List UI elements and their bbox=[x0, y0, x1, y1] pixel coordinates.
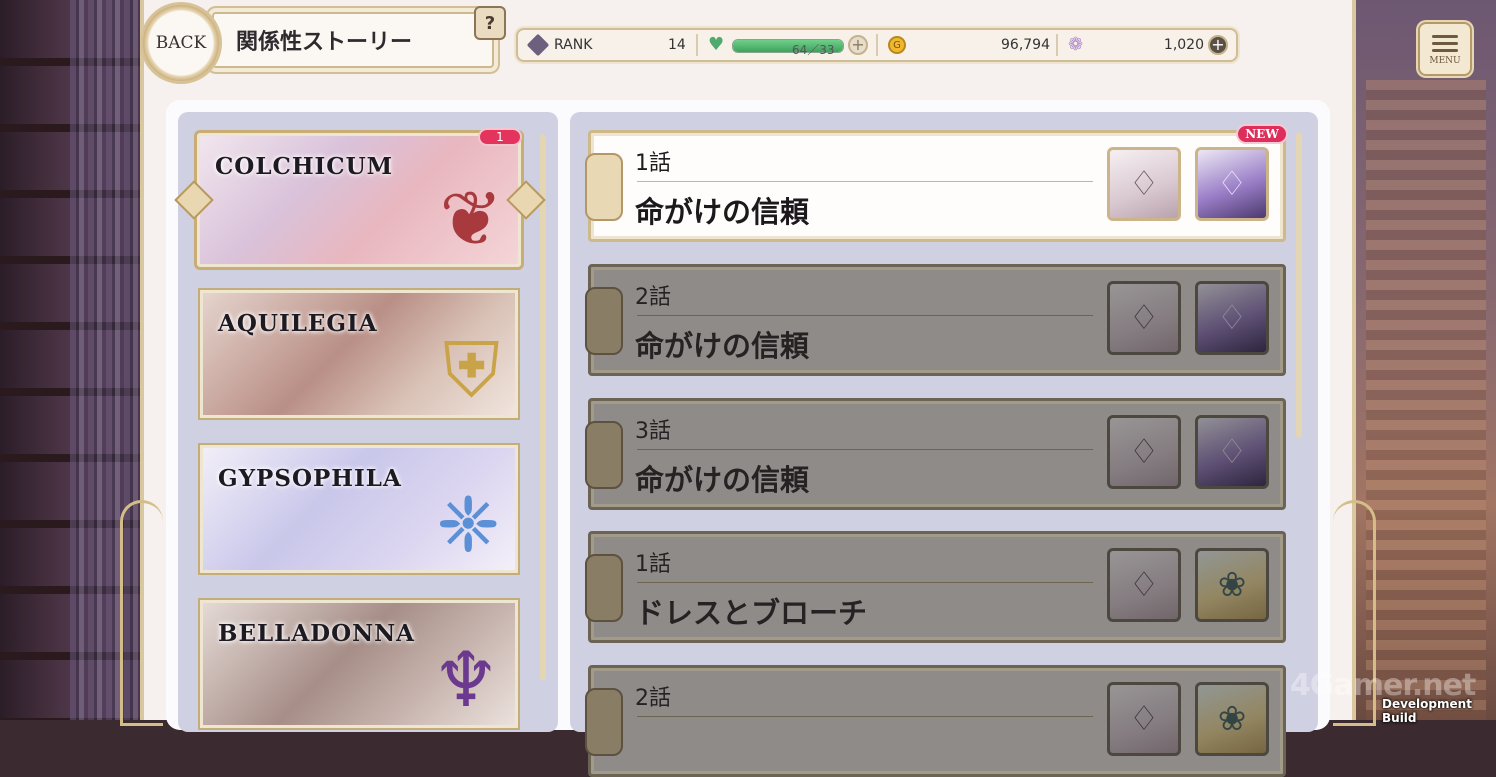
rank-group: RANK bbox=[526, 30, 593, 60]
portrait-white-haired-avatar: ♢ bbox=[1107, 415, 1181, 489]
episode-scrollbar[interactable] bbox=[1296, 132, 1302, 438]
coin-value: 96,794 bbox=[1001, 37, 1050, 53]
gem-group: ❁ bbox=[1068, 30, 1083, 60]
episode-divider bbox=[637, 315, 1093, 316]
episode-tab-ornament bbox=[585, 688, 623, 756]
episode-number: 1話 bbox=[635, 552, 671, 577]
menu-icon-bar bbox=[1432, 48, 1458, 52]
portrait-purple-haired-avatar: ♢ bbox=[1195, 147, 1269, 221]
divider bbox=[1056, 34, 1058, 56]
rank-icon bbox=[526, 33, 550, 57]
episode-divider bbox=[637, 449, 1093, 450]
portrait-white-haired-avatar: ♢ bbox=[1107, 147, 1181, 221]
development-build-label: Development Build bbox=[1382, 697, 1472, 725]
episode-tab-ornament bbox=[585, 421, 623, 489]
status-bar: RANK 14 ♥ 64／33 + G 96,794 ❁ 1,020 + bbox=[516, 28, 1238, 62]
gem-value: 1,020 bbox=[1163, 37, 1204, 53]
gypsophila-emblem-icon: ❈ bbox=[436, 480, 500, 569]
category-notification-badge: 1 bbox=[478, 128, 522, 146]
menu-icon-bar bbox=[1432, 34, 1458, 38]
stamina-plus-button[interactable]: + bbox=[848, 35, 868, 55]
stamina-group: ♥ bbox=[708, 30, 724, 60]
menu-button[interactable]: MENU bbox=[1418, 22, 1472, 76]
rank-label: RANK bbox=[554, 37, 593, 53]
coin-group: G bbox=[888, 30, 906, 60]
portrait-purple-haired-avatar: ♢ bbox=[1195, 415, 1269, 489]
episode-number: 3話 bbox=[635, 419, 671, 444]
coin-icon: G bbox=[888, 36, 906, 54]
category-name: AQUILEGIA bbox=[218, 310, 378, 337]
heart-icon: ♥ bbox=[708, 34, 725, 55]
new-badge: NEW bbox=[1236, 124, 1288, 144]
episode-divider bbox=[637, 181, 1093, 182]
episode-tab-ornament bbox=[585, 554, 623, 622]
frame-ornament-left bbox=[120, 500, 163, 726]
category-colchicum[interactable]: COLCHICUM ❦ bbox=[194, 130, 524, 270]
aquilegia-emblem-icon: ⛨ bbox=[443, 325, 500, 414]
portrait-blonde-avatar: ❀ bbox=[1195, 548, 1269, 622]
episode-divider bbox=[637, 716, 1093, 717]
episode-card[interactable]: 3話 命がけの信頼 ♢ ♢ bbox=[585, 398, 1286, 510]
episode-number: 1話 bbox=[635, 151, 671, 176]
category-name: BELLADONNA bbox=[218, 620, 416, 647]
page-title-text: 関係性ストーリー bbox=[236, 30, 413, 55]
divider bbox=[696, 34, 698, 56]
gem-plus-group: + bbox=[1208, 30, 1228, 60]
portrait-white-haired-avatar: ♢ bbox=[1107, 682, 1181, 756]
episode-title: ドレスとブローチ bbox=[635, 596, 868, 630]
help-button[interactable]: ? bbox=[474, 6, 506, 40]
rank-value: 14 bbox=[668, 37, 686, 53]
category-name: GYPSOPHILA bbox=[218, 465, 402, 492]
stamina-plus-group: + bbox=[848, 30, 868, 60]
category-aquilegia[interactable]: AQUILEGIA ⛨ bbox=[198, 288, 520, 420]
back-button[interactable]: BACK bbox=[140, 2, 222, 84]
episode-tab-ornament bbox=[585, 153, 623, 221]
category-belladonna[interactable]: BELLADONNA ♆ bbox=[198, 598, 520, 730]
menu-icon-bar bbox=[1432, 41, 1458, 45]
portrait-purple-haired-avatar: ♢ bbox=[1195, 281, 1269, 355]
episode-number: 2話 bbox=[635, 285, 671, 310]
episode-title: 命がけの信頼 bbox=[635, 463, 810, 497]
menu-label: MENU bbox=[1429, 55, 1461, 66]
portrait-blonde-avatar: ❀ bbox=[1195, 682, 1269, 756]
stamina-text: 64／33 bbox=[792, 42, 835, 57]
gem-plus-button[interactable]: + bbox=[1208, 35, 1228, 55]
back-button-label: BACK bbox=[155, 33, 207, 53]
episode-title: 命がけの信頼 bbox=[635, 329, 810, 363]
category-scrollbar[interactable] bbox=[540, 134, 546, 680]
episode-card[interactable]: 1話 ドレスとブローチ ♢ ❀ bbox=[585, 531, 1286, 643]
category-name: COLCHICUM bbox=[215, 153, 394, 180]
episode-card[interactable]: 2話 命がけの信頼 ♢ ♢ bbox=[585, 264, 1286, 376]
gem-icon: ❁ bbox=[1068, 34, 1084, 55]
portrait-white-haired-avatar: ♢ bbox=[1107, 281, 1181, 355]
episode-number: 2話 bbox=[635, 686, 671, 711]
episode-title: 命がけの信頼 bbox=[635, 195, 810, 229]
help-icon: ? bbox=[484, 12, 496, 34]
page-title: 関係性ストーリー bbox=[212, 12, 494, 68]
portrait-white-haired-avatar: ♢ bbox=[1107, 548, 1181, 622]
divider bbox=[876, 34, 878, 56]
episode-tab-ornament bbox=[585, 287, 623, 355]
colchicum-emblem-icon: ❦ bbox=[439, 174, 503, 263]
category-gypsophila[interactable]: GYPSOPHILA ❈ bbox=[198, 443, 520, 575]
episode-card[interactable]: 1話 命がけの信頼 ♢ ♢ bbox=[585, 130, 1286, 242]
episode-divider bbox=[637, 582, 1093, 583]
belladonna-emblem-icon: ♆ bbox=[431, 635, 500, 724]
episode-card[interactable]: 2話 ♢ ❀ bbox=[585, 665, 1286, 777]
